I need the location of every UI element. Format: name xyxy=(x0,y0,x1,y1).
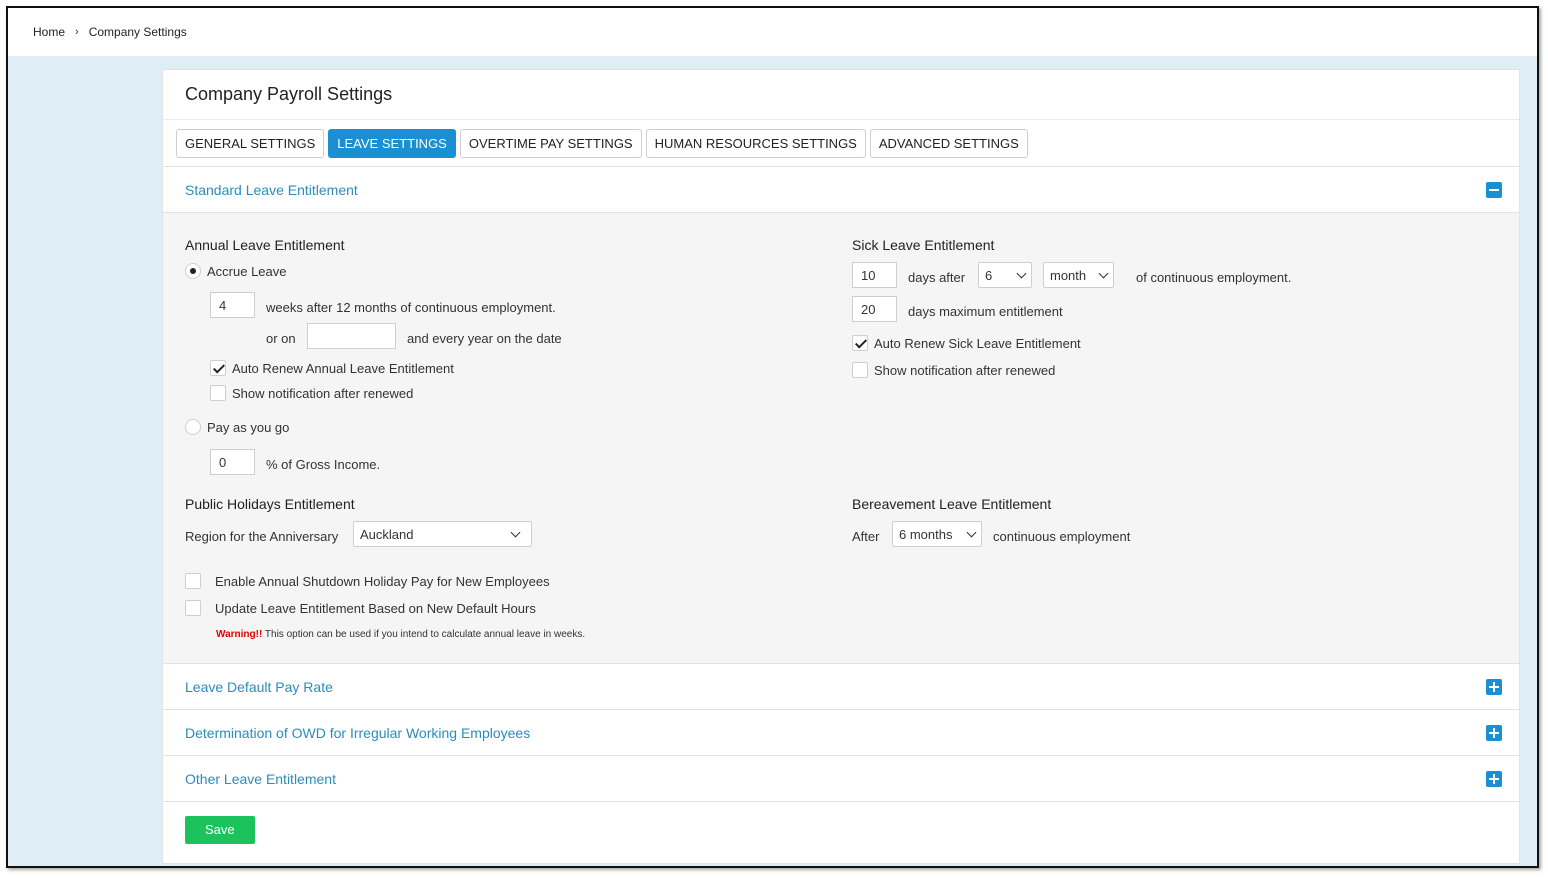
days-after-text: days after xyxy=(908,270,966,285)
breadcrumb-current: Company Settings xyxy=(88,25,187,39)
tab-overtime-pay-settings[interactable]: OVERTIME PAY SETTINGS xyxy=(459,129,642,158)
expand-plus-icon[interactable] xyxy=(1486,724,1502,741)
bereavement-after-label: After xyxy=(852,529,880,544)
annual-auto-renew-label: Auto Renew Annual Leave Entitlement xyxy=(232,361,454,376)
accrue-leave-label: Accrue Leave xyxy=(207,264,287,279)
page-title: Company Payroll Settings xyxy=(163,70,1519,120)
public-holidays-heading: Public Holidays Entitlement xyxy=(185,496,355,512)
section-header-other-leave[interactable]: Other Leave Entitlement xyxy=(163,756,1519,802)
chevron-right-icon: › xyxy=(75,26,79,38)
accrue-leave-radio[interactable] xyxy=(185,263,201,279)
region-select[interactable]: Auckland xyxy=(353,521,532,547)
collapse-minus-icon[interactable] xyxy=(1486,181,1502,198)
pay-as-you-go-label: Pay as you go xyxy=(207,420,290,435)
shutdown-holiday-checkbox[interactable] xyxy=(185,573,201,589)
section-title: Standard Leave Entitlement xyxy=(185,181,358,198)
region-value: Auckland xyxy=(360,526,414,542)
sick-unit-select[interactable]: month xyxy=(1043,262,1114,288)
expand-plus-icon[interactable] xyxy=(1486,770,1502,787)
section-title: Leave Default Pay Rate xyxy=(185,678,333,695)
update-entitlement-label: Update Leave Entitlement Based on New De… xyxy=(215,601,536,616)
annual-show-notification-checkbox[interactable] xyxy=(210,385,226,401)
bereavement-continuous-text: continuous employment xyxy=(993,529,1131,544)
warning-message: Warning!! This option can be used if you… xyxy=(216,625,585,640)
sick-continuous-text: of continuous employment. xyxy=(1136,270,1292,285)
section-header-standard-leave[interactable]: Standard Leave Entitlement xyxy=(163,167,1519,213)
sick-show-notification-label: Show notification after renewed xyxy=(874,363,1056,378)
breadcrumb-home[interactable]: Home xyxy=(33,25,65,39)
settings-panel: Company Payroll Settings GENERAL SETTING… xyxy=(162,69,1520,864)
expand-plus-icon[interactable] xyxy=(1486,678,1502,695)
tab-human-resources-settings[interactable]: HUMAN RESOURCES SETTINGS xyxy=(645,129,866,158)
sick-period-value: 6 xyxy=(985,267,993,283)
sick-show-notification-checkbox[interactable] xyxy=(852,362,868,378)
gross-percent-text: % of Gross Income. xyxy=(266,457,381,472)
annual-leave-heading: Annual Leave Entitlement xyxy=(185,237,345,253)
annual-show-notification-label: Show notification after renewed xyxy=(232,386,414,401)
sick-days-input[interactable]: 10 xyxy=(852,262,897,288)
breadcrumb: Home › Company Settings xyxy=(8,8,1537,56)
annual-auto-renew-checkbox[interactable] xyxy=(210,360,226,376)
save-button[interactable]: Save xyxy=(185,815,255,844)
section-header-leave-default-pay-rate[interactable]: Leave Default Pay Rate xyxy=(163,664,1519,710)
pay-as-you-go-radio[interactable] xyxy=(185,419,201,435)
chevron-down-icon xyxy=(966,527,977,537)
tab-general-settings[interactable]: GENERAL SETTINGS xyxy=(176,129,325,158)
sick-max-input[interactable]: 20 xyxy=(852,296,897,322)
warning-text: This option can be used if you intend to… xyxy=(262,629,586,640)
section-body-standard-leave: Annual Leave Entitlement Accrue Leave 4 … xyxy=(163,213,1519,664)
bereavement-period-select[interactable]: 6 months xyxy=(892,521,982,547)
sick-auto-renew-label: Auto Renew Sick Leave Entitlement xyxy=(874,336,1081,351)
chevron-down-icon xyxy=(1016,268,1027,278)
shutdown-holiday-label: Enable Annual Shutdown Holiday Pay for N… xyxy=(215,574,550,589)
region-label: Region for the Anniversary xyxy=(185,529,339,544)
tab-advanced-settings[interactable]: ADVANCED SETTINGS xyxy=(869,129,1028,158)
update-entitlement-checkbox[interactable] xyxy=(185,600,201,616)
sick-leave-heading: Sick Leave Entitlement xyxy=(852,237,995,253)
anniversary-date-input[interactable] xyxy=(307,323,396,349)
sick-period-select[interactable]: 6 xyxy=(978,262,1032,288)
or-on-label: or on xyxy=(266,331,296,346)
tab-bar: GENERAL SETTINGS LEAVE SETTINGS OVERTIME… xyxy=(163,120,1519,167)
chevron-down-icon xyxy=(1098,268,1109,278)
chevron-down-icon xyxy=(510,527,521,537)
sick-auto-renew-checkbox[interactable] xyxy=(852,335,868,351)
app-frame: Home › Company Settings Company Payroll … xyxy=(6,6,1539,868)
bereavement-period-value: 6 months xyxy=(899,526,953,542)
sick-unit-value: month xyxy=(1050,267,1087,283)
gross-percent-input[interactable]: 0 xyxy=(210,449,255,475)
tab-leave-settings[interactable]: LEAVE SETTINGS xyxy=(328,129,456,158)
warning-label: Warning!! xyxy=(216,629,263,640)
sick-max-text: days maximum entitlement xyxy=(908,304,1063,319)
section-title: Other Leave Entitlement xyxy=(185,770,336,787)
form-actions: Save xyxy=(163,802,1519,857)
section-title: Determination of OWD for Irregular Worki… xyxy=(185,724,531,741)
weeks-text: weeks after 12 months of continuous empl… xyxy=(266,300,556,315)
every-year-text: and every year on the date xyxy=(407,331,562,346)
section-header-owd-irregular[interactable]: Determination of OWD for Irregular Worki… xyxy=(163,710,1519,756)
bereavement-heading: Bereavement Leave Entitlement xyxy=(852,496,1052,512)
weeks-input[interactable]: 4 xyxy=(210,292,255,318)
